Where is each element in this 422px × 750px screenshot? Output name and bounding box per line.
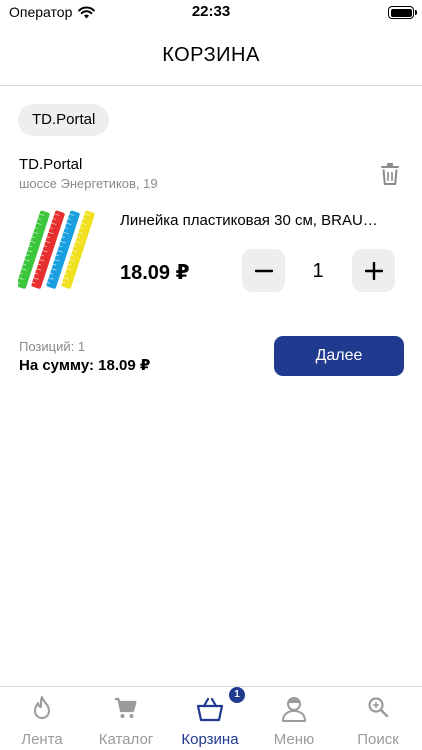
- tab-catalog[interactable]: Каталог: [84, 687, 168, 750]
- cart-count-badge: 1: [229, 687, 245, 703]
- positions-count: Позиций: 1: [19, 339, 86, 354]
- tab-label: Меню: [273, 731, 315, 748]
- plus-icon: [364, 261, 383, 280]
- battery-icon: [388, 6, 417, 19]
- quantity-value: 1: [312, 260, 324, 282]
- trash-icon[interactable]: [379, 162, 401, 186]
- store-name: TD.Portal: [19, 156, 83, 173]
- tab-label: Поиск: [357, 731, 399, 748]
- header: КОРЗИНА: [0, 26, 422, 86]
- decrease-quantity-button[interactable]: [242, 249, 285, 292]
- total-sum: На сумму: 18.09 ₽: [19, 357, 151, 374]
- product-image[interactable]: [18, 208, 102, 292]
- tab-label: Лента: [21, 731, 63, 748]
- basket-icon: [196, 697, 224, 722]
- tab-feed[interactable]: Лента: [0, 687, 84, 750]
- flame-icon: [34, 696, 50, 719]
- tab-label: Каталог: [98, 731, 154, 748]
- page-title: КОРЗИНА: [162, 44, 260, 66]
- tab-bar: Лента Каталог Корзина Меню Поиск: [0, 686, 422, 750]
- increase-quantity-button[interactable]: [352, 249, 395, 292]
- product-price: 18.09 ₽: [120, 262, 190, 284]
- tab-search[interactable]: Поиск: [336, 687, 420, 750]
- status-time: 22:33: [191, 3, 231, 20]
- next-button[interactable]: Далее: [274, 336, 404, 376]
- search-icon: [368, 697, 389, 718]
- tab-menu[interactable]: Меню: [252, 687, 336, 750]
- product-title[interactable]: Линейка пластиковая 30 см, BRAU…: [120, 212, 405, 229]
- status-bar: Оператор 22:33: [0, 0, 422, 26]
- tab-label: Корзина: [181, 731, 239, 748]
- store-filter-chip[interactable]: TD.Portal: [18, 104, 110, 136]
- user-icon: [282, 697, 306, 722]
- minus-icon: [254, 269, 273, 272]
- store-address: шоссе Энергетиков, 19: [19, 176, 158, 191]
- cart-icon: [115, 697, 137, 718]
